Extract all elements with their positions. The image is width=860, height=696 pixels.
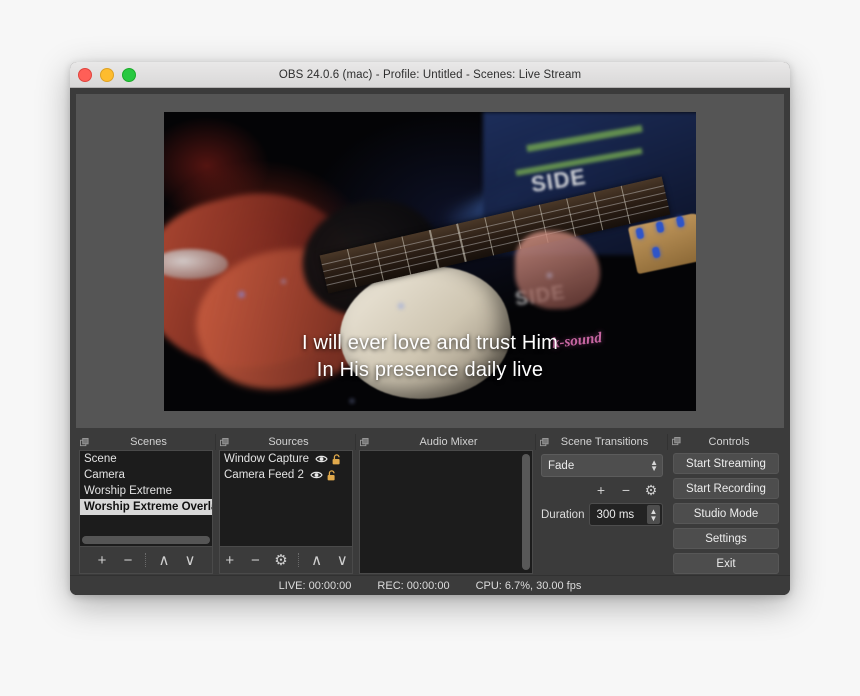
source-icon-group (315, 453, 341, 465)
scenes-list[interactable]: Scene Camera Worship Extreme Worship Ext… (79, 450, 213, 547)
dock-scenes-title: Scenes (130, 436, 167, 448)
float-dock-icon[interactable] (220, 437, 229, 447)
start-recording-button[interactable]: Start Recording (673, 478, 779, 500)
toolbar-separator (145, 553, 147, 567)
dock-sources-content: Window Capture Camera Feed 2 + − ⚙ ∧ ∨ (219, 450, 353, 574)
transition-select-value: Fade (548, 459, 575, 472)
preview-canvas[interactable]: SIDE SIDE (76, 94, 784, 428)
float-dock-icon[interactable] (80, 437, 89, 447)
window-traffic-lights (78, 67, 136, 82)
add-scene-button[interactable]: + (92, 550, 112, 570)
audio-mixer-vertical-scrollbar[interactable] (522, 454, 530, 570)
eye-icon[interactable] (315, 454, 328, 464)
sources-toolbar: + − ⚙ ∧ ∨ (219, 547, 353, 574)
window-titlebar: OBS 24.0.6 (mac) - Profile: Untitled - S… (70, 62, 790, 88)
unlock-icon[interactable] (332, 453, 341, 465)
dock-sources-titlebar[interactable]: Sources (216, 434, 356, 450)
stage-bokeh-light (350, 398, 355, 403)
duration-label: Duration (541, 508, 585, 521)
maximize-window-button[interactable] (122, 67, 136, 82)
source-list-item[interactable]: Camera Feed 2 (220, 467, 352, 483)
dock-audio-mixer-titlebar[interactable]: Audio Mixer (356, 434, 536, 450)
scenes-toolbar: + − ∧ ∨ (79, 547, 213, 574)
dock-row: Scenes Scene Camera Worship Extreme Wors… (76, 434, 784, 575)
source-list-item[interactable]: Window Capture (220, 451, 352, 467)
dock-scene-transitions: Scene Transitions Fade ▲ ▼ + − ⚙ Duratio… (536, 434, 668, 574)
stage-bokeh-light (398, 302, 405, 309)
add-transition-button[interactable]: + (593, 482, 609, 498)
float-dock-icon[interactable] (672, 437, 681, 446)
source-icon-group (310, 469, 336, 481)
eye-icon[interactable] (310, 470, 323, 480)
start-streaming-button[interactable]: Start Streaming (673, 453, 779, 475)
scene-list-item[interactable]: Camera (80, 467, 212, 483)
dock-scenes-titlebar[interactable]: Scenes (76, 434, 216, 450)
obs-body: SIDE SIDE (70, 88, 790, 595)
float-dock-icon[interactable] (540, 437, 549, 447)
dock-controls-title: Controls (708, 435, 750, 448)
source-properties-button[interactable]: ⚙ (271, 550, 291, 570)
toolbar-separator (297, 553, 300, 567)
minimize-window-button[interactable] (100, 67, 114, 82)
dock-controls-content: Start Streaming Start Recording Studio M… (671, 449, 781, 575)
move-source-down-button[interactable]: ∨ (332, 550, 352, 570)
audio-mixer-list[interactable] (359, 450, 533, 574)
chevron-updown-icon[interactable]: ▲ ▼ (648, 458, 660, 472)
stage-bokeh-light (547, 272, 553, 278)
dock-scenes-content: Scene Camera Worship Extreme Worship Ext… (79, 450, 213, 574)
lyrics-line-1: I will ever love and trust Him (301, 331, 559, 354)
dock-audio-mixer: Audio Mixer (356, 434, 536, 574)
source-name: Window Capture (224, 453, 310, 465)
status-bar: LIVE: 00:00:00 REC: 00:00:00 CPU: 6.7%, … (70, 575, 790, 595)
status-live-timer: LIVE: 00:00:00 (278, 580, 352, 592)
source-name: Camera Feed 2 (224, 469, 304, 481)
dock-scene-transitions-titlebar[interactable]: Scene Transitions (536, 434, 668, 450)
unlock-icon[interactable] (327, 469, 336, 481)
transition-properties-button[interactable]: ⚙ (643, 482, 659, 498)
scene-list-item[interactable]: Scene (80, 451, 212, 467)
add-source-button[interactable]: + (220, 550, 240, 570)
dock-scenes: Scenes Scene Camera Worship Extreme Wors… (76, 434, 216, 574)
float-dock-icon[interactable] (360, 437, 369, 447)
lyrics-overlay: I will ever love and trust Him In His pr… (164, 330, 696, 384)
dock-controls-titlebar[interactable]: Controls (668, 434, 784, 450)
duration-stepper[interactable]: ▲ ▼ (647, 505, 660, 524)
move-scene-up-button[interactable]: ∧ (154, 550, 174, 570)
studio-mode-button[interactable]: Studio Mode (673, 503, 779, 525)
duration-value: 300 ms (596, 508, 635, 521)
dock-scene-transitions-title: Scene Transitions (560, 436, 649, 448)
scene-list-item[interactable]: Worship Extreme (80, 483, 212, 499)
scene-list-item-selected[interactable]: Worship Extreme Overlay (80, 499, 212, 515)
dock-scene-transitions-content: Fade ▲ ▼ + − ⚙ Duration 300 ms ▲ ▼ (539, 450, 665, 574)
window-title: OBS 24.0.6 (mac) - Profile: Untitled - S… (278, 68, 582, 81)
transition-duration-row: Duration 300 ms ▲ ▼ (541, 503, 663, 526)
scenes-horizontal-scrollbar[interactable] (82, 536, 210, 544)
stage-bokeh-light (281, 278, 287, 284)
sources-list[interactable]: Window Capture Camera Feed 2 (219, 450, 353, 547)
dock-sources: Sources Window Capture Camera Feed 2 + −… (216, 434, 356, 574)
obs-main-window: OBS 24.0.6 (mac) - Profile: Untitled - S… (70, 62, 790, 595)
transition-toolbar: + − ⚙ (541, 482, 663, 498)
close-window-button[interactable] (78, 67, 92, 82)
lyrics-line-2: In His presence daily live (316, 358, 544, 381)
status-cpu-fps: CPU: 6.7%, 30.00 fps (475, 580, 582, 592)
transition-select[interactable]: Fade ▲ ▼ (541, 454, 663, 477)
move-source-up-button[interactable]: ∧ (307, 550, 327, 570)
remove-transition-button[interactable]: − (618, 482, 634, 498)
dock-audio-mixer-title: Audio Mixer (419, 436, 478, 448)
dock-controls: Controls Start Streaming Start Recording… (668, 434, 784, 575)
remove-scene-button[interactable]: − (118, 550, 138, 570)
dock-sources-title: Sources (268, 436, 309, 448)
program-video-frame: SIDE SIDE (164, 111, 696, 411)
status-rec-timer: REC: 00:00:00 (377, 580, 450, 592)
duration-input[interactable]: 300 ms ▲ ▼ (589, 503, 663, 526)
dock-audio-mixer-content (359, 450, 533, 574)
remove-source-button[interactable]: − (246, 550, 266, 570)
move-scene-down-button[interactable]: ∨ (180, 550, 200, 570)
settings-button[interactable]: Settings (673, 528, 779, 550)
exit-button[interactable]: Exit (673, 553, 779, 575)
